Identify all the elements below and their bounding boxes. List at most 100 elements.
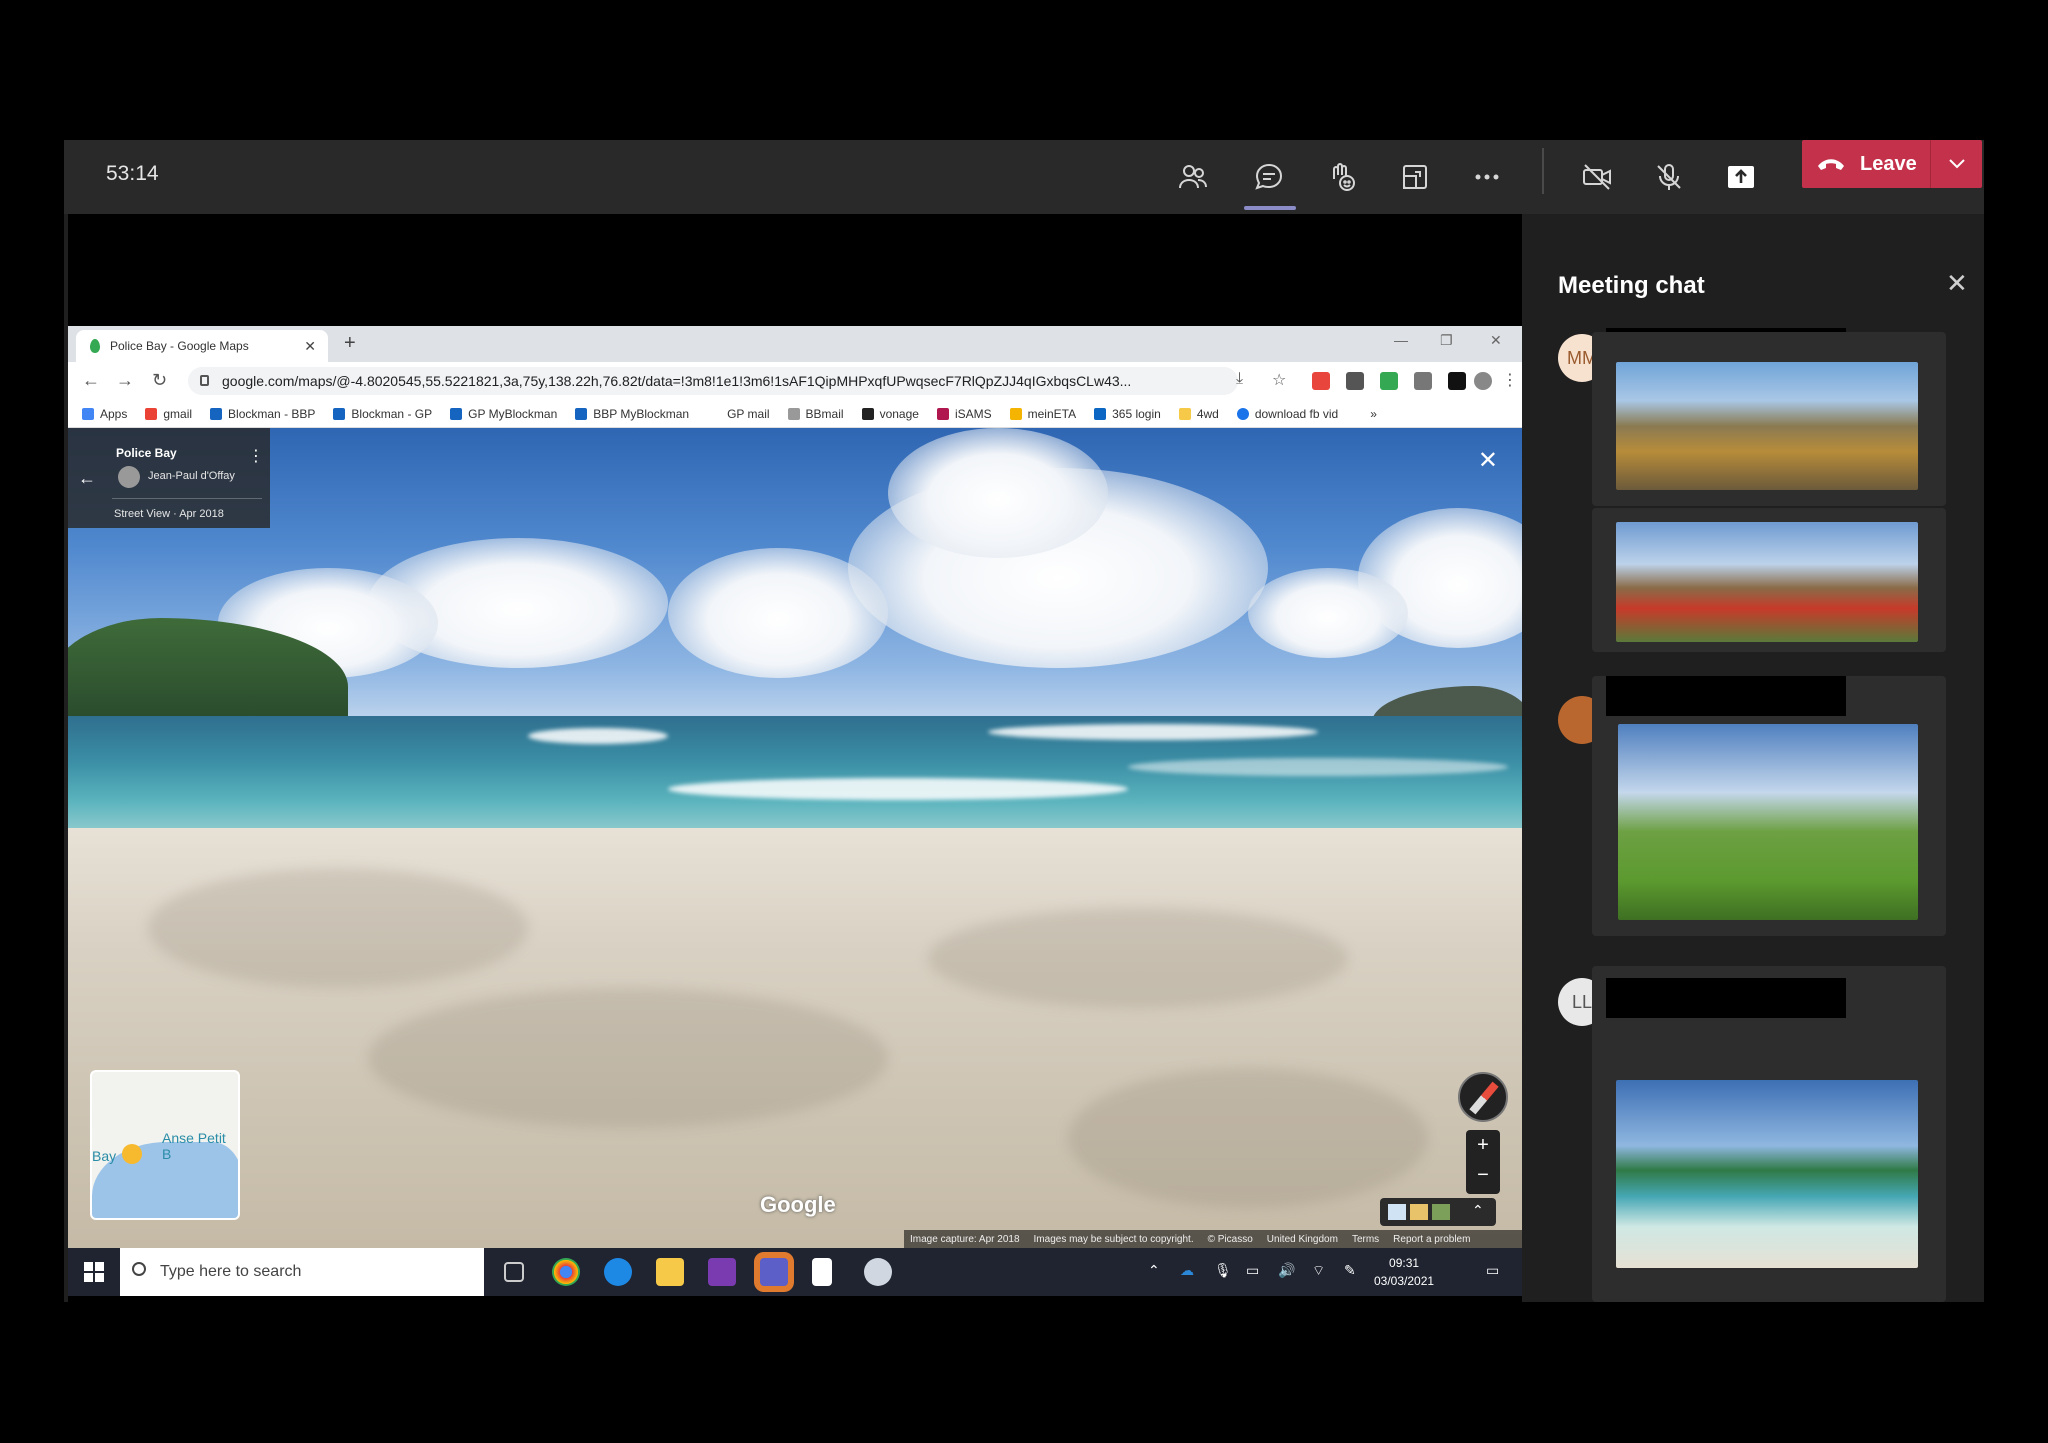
extension-icon[interactable] xyxy=(1448,372,1466,390)
extension-icon[interactable] xyxy=(1414,372,1432,390)
bookmark-item[interactable]: Blockman - GP xyxy=(333,407,432,421)
taskbar-search[interactable]: Type here to search xyxy=(120,1248,484,1296)
bookmark-item[interactable]: BBmail xyxy=(787,407,844,421)
capture-date: Street View · Apr 2018 xyxy=(114,508,224,520)
layer-thumbnail[interactable] xyxy=(1432,1204,1450,1220)
chat-message[interactable] xyxy=(1592,676,1946,936)
layer-thumbnail[interactable] xyxy=(1410,1204,1428,1220)
leave-button[interactable]: Leave xyxy=(1802,140,1982,188)
taskbar-clock[interactable]: 09:31 03/03/2021 xyxy=(1374,1254,1434,1290)
chat-message[interactable] xyxy=(1592,508,1946,652)
author-avatar xyxy=(118,466,140,488)
bookmark-item[interactable]: gmail xyxy=(145,407,192,421)
minimize-icon[interactable]: — xyxy=(1394,332,1408,348)
back-arrow-icon[interactable]: ← xyxy=(78,468,96,489)
shadow xyxy=(1068,1068,1428,1208)
onedrive-icon[interactable]: ☁ xyxy=(1180,1262,1194,1279)
more-options-icon[interactable] xyxy=(1466,156,1508,198)
chat-message[interactable] xyxy=(1592,332,1946,506)
microphone-icon[interactable]: 🎙 xyxy=(1214,1262,1232,1279)
tray-chevron-icon[interactable]: ⌃ xyxy=(1148,1262,1160,1279)
tab-title: Police Bay - Google Maps xyxy=(110,339,249,353)
camera-off-icon[interactable] xyxy=(1576,156,1618,198)
close-tab-icon[interactable]: ✕ xyxy=(304,338,316,355)
back-icon[interactable]: ← xyxy=(82,370,100,391)
bookmark-item[interactable]: GP mail xyxy=(727,407,769,421)
browser-tab[interactable]: Police Bay - Google Maps ✕ xyxy=(76,330,328,362)
edge-icon[interactable] xyxy=(604,1258,632,1286)
compass-icon[interactable] xyxy=(1458,1072,1508,1122)
street-view-panorama[interactable]: ← Police Bay ⋮ Jean-Paul d'Offay Street … xyxy=(68,428,1522,1248)
shared-image[interactable] xyxy=(1616,522,1918,642)
extension-icon[interactable] xyxy=(1346,372,1364,390)
bookmark-item[interactable]: meinETA xyxy=(1009,407,1076,421)
teams-meeting-window: 53:14 Leave Police Bay - Google Maps ✕ +… xyxy=(64,140,1984,1302)
teams-icon[interactable] xyxy=(760,1258,788,1286)
close-icon[interactable]: ✕ xyxy=(1478,446,1498,475)
reactions-icon[interactable] xyxy=(1320,156,1362,198)
notifications-icon[interactable]: ▭ xyxy=(1486,1262,1499,1279)
browser-menu-icon[interactable]: ⋮ xyxy=(1502,370,1518,390)
shared-image[interactable] xyxy=(1618,724,1918,920)
toolbar-separator xyxy=(1542,148,1544,194)
share-screen-icon[interactable] xyxy=(1720,156,1762,198)
chevron-down-icon[interactable] xyxy=(1930,140,1982,188)
shared-image[interactable] xyxy=(1616,362,1918,490)
windows-start-icon[interactable] xyxy=(84,1262,104,1282)
more-options-icon[interactable]: ⋮ xyxy=(248,446,264,466)
layers-control[interactable]: ⌃ xyxy=(1380,1198,1496,1226)
app-icon[interactable] xyxy=(864,1258,892,1286)
battery-icon[interactable]: ▭ xyxy=(1246,1262,1259,1279)
new-tab-icon[interactable]: + xyxy=(344,332,356,355)
wifi-icon[interactable]: ⌔ xyxy=(1312,1262,1325,1280)
mini-map[interactable]: Anse Petit B Bay xyxy=(90,1070,240,1220)
url-text: google.com/maps/@-4.8020545,55.5221821,3… xyxy=(222,373,1132,389)
shared-image[interactable] xyxy=(1616,1080,1918,1268)
wave xyxy=(988,724,1318,740)
chat-message[interactable] xyxy=(1592,966,1946,1302)
profile-avatar[interactable] xyxy=(1474,372,1492,390)
layer-thumbnail[interactable] xyxy=(1388,1204,1406,1220)
address-bar[interactable]: google.com/maps/@-4.8020545,55.5221821,3… xyxy=(188,367,1238,395)
bookmark-item[interactable]: download fb vid xyxy=(1236,407,1338,421)
close-window-icon[interactable]: ✕ xyxy=(1490,332,1502,349)
forward-icon[interactable]: → xyxy=(116,370,134,391)
chrome-browser-window: Police Bay - Google Maps ✕ + — ❐ ✕ ← → ↻… xyxy=(68,326,1522,1296)
bookmark-item[interactable]: 4wd xyxy=(1178,407,1219,421)
notepad-icon[interactable] xyxy=(812,1258,832,1286)
extension-icon[interactable] xyxy=(1380,372,1398,390)
view-layout-icon[interactable] xyxy=(1394,156,1436,198)
bookmark-item[interactable]: Apps xyxy=(82,407,127,421)
bookmark-item[interactable]: GP MyBlockman xyxy=(450,407,557,421)
expand-icon[interactable]: ⌃ xyxy=(1472,1202,1490,1218)
bookmark-star-icon[interactable]: ☆ xyxy=(1272,370,1286,390)
zoom-control[interactable]: + − xyxy=(1466,1130,1500,1194)
mic-off-icon[interactable] xyxy=(1648,156,1690,198)
maps-pin-icon xyxy=(90,339,100,353)
cloud xyxy=(1248,568,1408,658)
participants-icon[interactable] xyxy=(1172,156,1214,198)
close-icon[interactable]: ✕ xyxy=(1946,268,1968,299)
photo-author[interactable]: Jean-Paul d'Offay xyxy=(148,470,235,482)
extension-icon[interactable] xyxy=(1312,372,1330,390)
volume-icon[interactable]: 🔊 xyxy=(1278,1262,1295,1279)
chat-icon[interactable] xyxy=(1248,156,1290,198)
bookmark-item[interactable]: BBP MyBlockman xyxy=(575,407,689,421)
zoom-out-icon[interactable]: − xyxy=(1466,1160,1500,1190)
reload-icon[interactable]: ↻ xyxy=(152,370,167,391)
install-icon[interactable]: ⤓ xyxy=(1236,370,1243,388)
bookmark-item[interactable]: Blockman - BBP xyxy=(210,407,315,421)
leave-label: Leave xyxy=(1860,152,1917,175)
chrome-icon[interactable] xyxy=(552,1258,580,1286)
bookmark-item[interactable]: iSAMS xyxy=(936,407,992,421)
file-explorer-icon[interactable] xyxy=(656,1258,684,1286)
pen-icon[interactable]: ✎ xyxy=(1344,1262,1356,1279)
bookmarks-overflow[interactable]: » xyxy=(1370,407,1377,421)
bookmark-item[interactable]: vonage xyxy=(861,407,919,421)
bookmark-item[interactable]: 365 login xyxy=(1094,407,1161,421)
zoom-in-icon[interactable]: + xyxy=(1466,1130,1500,1160)
onenote-icon[interactable] xyxy=(708,1258,736,1286)
clock-date: 03/03/2021 xyxy=(1374,1274,1435,1288)
restore-icon[interactable]: ❐ xyxy=(1440,332,1453,349)
task-view-icon[interactable] xyxy=(504,1262,524,1282)
